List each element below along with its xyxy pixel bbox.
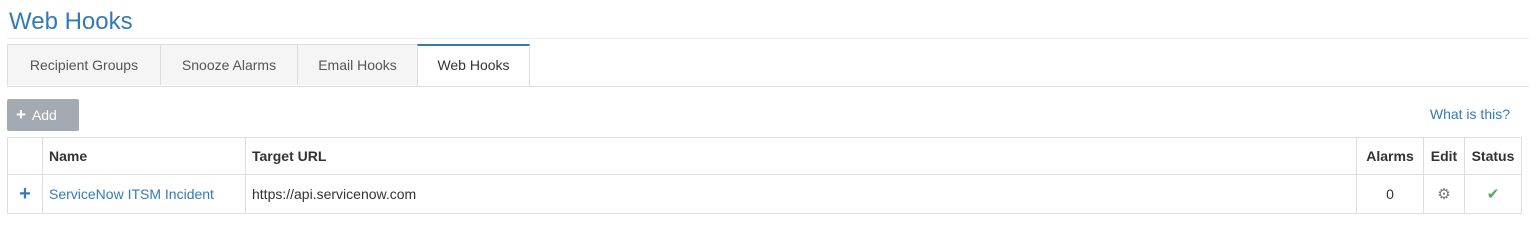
tab-snooze-alarms[interactable]: Snooze Alarms bbox=[160, 44, 298, 85]
expand-row-icon[interactable]: + bbox=[7, 174, 43, 214]
column-header-name[interactable]: Name bbox=[42, 137, 246, 175]
column-header-status: Status bbox=[1464, 137, 1522, 175]
row-edit-cell: ⚙ bbox=[1423, 174, 1465, 214]
plus-icon: + bbox=[16, 105, 26, 124]
column-header-target-url[interactable]: Target URL bbox=[245, 137, 1357, 175]
webhooks-table: Name Target URL Alarms Edit Status + Ser… bbox=[7, 137, 1522, 214]
column-header-alarms[interactable]: Alarms bbox=[1356, 137, 1424, 175]
add-button[interactable]: + Add bbox=[7, 99, 79, 131]
tab-recipient-groups[interactable]: Recipient Groups bbox=[7, 44, 161, 85]
tab-web-hooks[interactable]: Web Hooks bbox=[417, 44, 530, 86]
row-target-url: https://api.servicenow.com bbox=[245, 174, 1357, 214]
tab-email-hooks[interactable]: Email Hooks bbox=[297, 44, 418, 85]
page-title: Web Hooks bbox=[9, 8, 133, 35]
what-is-this-link[interactable]: What is this? bbox=[1430, 106, 1510, 122]
row-name-cell: ServiceNow ITSM Incident bbox=[42, 174, 246, 214]
table-header-row: Name Target URL Alarms Edit Status bbox=[7, 137, 1522, 175]
gear-icon[interactable]: ⚙ bbox=[1437, 186, 1450, 203]
check-icon: ✔ bbox=[1486, 186, 1500, 203]
row-status-cell: ✔ bbox=[1464, 174, 1522, 214]
title-divider bbox=[7, 38, 1529, 39]
expand-column-header bbox=[7, 137, 43, 175]
tab-bar: Recipient Groups Snooze Alarms Email Hoo… bbox=[7, 44, 1529, 87]
table-row: + ServiceNow ITSM Incident https://api.s… bbox=[7, 174, 1522, 214]
add-button-label: Add bbox=[31, 107, 57, 123]
webhook-name-link[interactable]: ServiceNow ITSM Incident bbox=[49, 186, 214, 202]
row-alarms-count: 0 bbox=[1356, 174, 1424, 214]
column-header-edit: Edit bbox=[1423, 137, 1465, 175]
